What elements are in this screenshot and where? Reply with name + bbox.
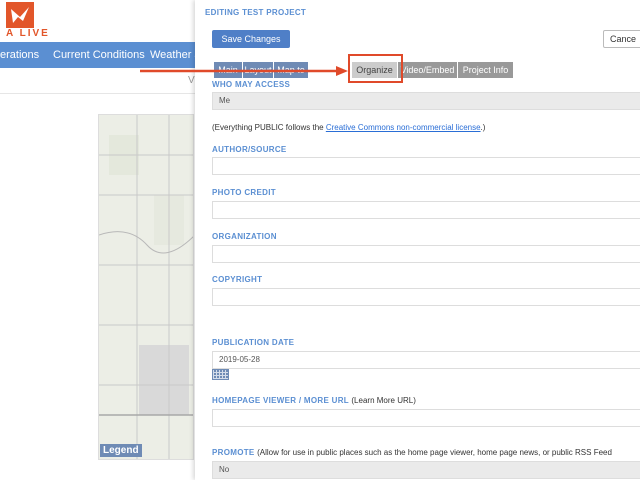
homepage-url-input[interactable] <box>212 409 640 427</box>
photo-credit-label: PHOTO CREDIT <box>212 188 276 197</box>
organization-label: ORGANIZATION <box>212 232 277 241</box>
homepage-url-label: HOMEPAGE VIEWER / MORE URL (Learn More U… <box>212 396 416 405</box>
tab-project-info[interactable]: Project Info <box>458 62 513 78</box>
panel-title: EDITING TEST PROJECT <box>205 8 307 17</box>
author-source-input[interactable] <box>212 157 640 175</box>
publication-date-label: PUBLICATION DATE <box>212 338 295 347</box>
photo-credit-input[interactable] <box>212 201 640 219</box>
calendar-icon[interactable] <box>212 369 229 380</box>
promote-hint: (Allow for use in public places such as … <box>257 448 612 457</box>
copyright-input[interactable] <box>212 288 640 306</box>
arrow-right-icon <box>140 66 348 76</box>
map-view[interactable] <box>98 114 194 460</box>
save-changes-button[interactable]: Save Changes <box>212 30 290 48</box>
nav-item-operations[interactable]: erations <box>0 49 39 61</box>
nav-item-current-conditions[interactable]: Current Conditions <box>53 49 145 61</box>
promote-label: PROMOTE (Allow for use in public places … <box>212 448 612 457</box>
promote-select[interactable]: No <box>212 461 640 479</box>
organize-tab-highlight <box>348 54 403 83</box>
nav-item-weather[interactable]: Weather a <box>150 49 201 61</box>
logo-text: A LIVE <box>6 28 50 39</box>
homepage-url-label-text: HOMEPAGE VIEWER / MORE URL <box>212 396 349 405</box>
who-may-access-label: WHO MAY ACCESS <box>212 80 291 89</box>
license-link[interactable]: Creative Commons non-commercial license <box>326 123 481 132</box>
organization-input[interactable] <box>212 245 640 263</box>
license-note-suffix: .) <box>480 123 486 132</box>
tab-video-embed[interactable]: Video/Embed <box>398 62 457 78</box>
app-header: A LIVE <box>0 0 195 42</box>
publication-date-input[interactable]: 2019-05-28 <box>212 351 640 369</box>
cancel-button[interactable]: Cance <box>603 30 640 48</box>
homepage-url-hint: (Learn More URL) <box>351 396 416 405</box>
who-may-access-select[interactable]: Me <box>212 92 640 110</box>
license-note: (Everything PUBLIC follows the Creative … <box>212 123 485 132</box>
promote-label-text: PROMOTE <box>212 448 255 457</box>
map-legend-button[interactable]: Legend <box>100 444 142 457</box>
logo-icon[interactable] <box>6 2 34 28</box>
author-source-label: AUTHOR/SOURCE <box>212 145 287 154</box>
license-note-prefix: (Everything PUBLIC follows the <box>212 123 326 132</box>
copyright-label: COPYRIGHT <box>212 275 263 284</box>
